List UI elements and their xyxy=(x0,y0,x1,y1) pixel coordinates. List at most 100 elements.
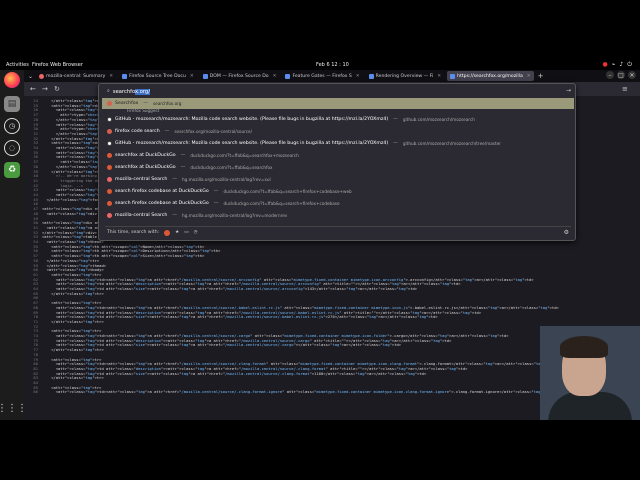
suggestion-row[interactable]: searchfox at DuckDuckGo — duckduckgo.com/?… xyxy=(102,162,574,173)
maximize-icon[interactable]: □ xyxy=(617,71,625,79)
suggestion-title: GitHub - mozsearch/mozsearch: Mozilla co… xyxy=(115,117,389,122)
suggestion-favicon-icon xyxy=(107,165,112,170)
close-icon[interactable]: ✕ xyxy=(109,74,113,79)
tab-favicon-icon xyxy=(368,73,374,79)
tab-label: Rendering Overview — Fi xyxy=(375,73,434,79)
urlbar-dropdown: ⌕ searchfox.org/ → Firefox Suggest Search… xyxy=(98,83,576,241)
close-icon[interactable]: ✕ xyxy=(273,74,277,79)
search-with-bar: This time, search with: ★ ▭ ◷ ⚙ xyxy=(105,226,571,238)
new-tab-icon[interactable]: + xyxy=(538,72,544,80)
reload-icon[interactable]: ↻ xyxy=(54,85,60,93)
suggestion-url: duckduckgo.com/?t=ffab&q=search+firefox+… xyxy=(223,201,340,206)
system-tray[interactable]: ● ⌁ ♪ ⏻ xyxy=(603,61,632,69)
suggestion-favicon-icon xyxy=(107,201,112,206)
gear-icon[interactable]: ⚙ xyxy=(564,229,569,236)
tab-favicon-icon xyxy=(450,73,456,79)
url-autofill-text: x.org/ xyxy=(134,88,150,95)
close-window-icon[interactable]: ✕ xyxy=(628,71,636,79)
app-menu[interactable]: Firefox Web Browser xyxy=(32,62,83,68)
close-icon[interactable]: ✕ xyxy=(190,74,194,79)
suggestion-row[interactable]: firefox code search — searchfox.org/mozill… xyxy=(102,126,574,137)
suggestion-favicon-icon xyxy=(107,177,112,182)
suggestion-favicon-icon xyxy=(107,129,112,134)
suggestion-row[interactable]: search firefox codebase at DuckDuckGo — du… xyxy=(102,186,574,197)
search-icon: ⌕ xyxy=(107,88,110,94)
webcam-person-body xyxy=(548,392,632,420)
tab[interactable]: Rendering Overview — Fi ✕ xyxy=(366,71,445,81)
line-number: 86 xyxy=(33,389,38,395)
suggestion-title: firefox code search xyxy=(115,129,160,134)
suggestion-row[interactable]: GitHub - mozsearch/mozsearch: Mozilla co… xyxy=(102,138,574,149)
tab-favicon-icon xyxy=(285,73,291,79)
suggestion-dash: — xyxy=(172,213,178,218)
volume-icon: ♪ xyxy=(619,61,624,68)
gnome-top-bar: Activities Firefox Web Browser Feb 6 12 … xyxy=(0,60,640,70)
suggestion-dash: — xyxy=(180,153,186,158)
network-icon: ⌁ xyxy=(611,61,616,68)
go-arrow-icon[interactable]: → xyxy=(566,87,571,94)
suggestion-url: searchfox.org xyxy=(152,101,182,106)
suggestion-title: searchfox at DuckDuckGo xyxy=(115,165,176,170)
suggestion-favicon-icon xyxy=(107,189,112,194)
history-engine-icon[interactable]: ◷ xyxy=(194,230,198,235)
tab-favicon-icon xyxy=(39,73,45,79)
power-icon: ⏻ xyxy=(627,61,632,68)
suggestion-row[interactable]: mozilla-central Search — hg.mozilla.org/mo… xyxy=(102,210,574,221)
forward-icon[interactable]: → xyxy=(42,85,48,93)
suggestion-title: search firefox codebase at DuckDuckGo xyxy=(115,201,209,206)
suggestion-row[interactable]: search firefox codebase at DuckDuckGo — du… xyxy=(102,198,574,209)
suggestion-favicon-icon xyxy=(107,101,112,106)
firefox-icon[interactable] xyxy=(4,72,20,88)
suggestion-favicon-icon xyxy=(107,213,112,218)
trash-icon[interactable]: ♻ xyxy=(4,162,20,178)
tab[interactable]: Feature Gates — Firefox S ✕ xyxy=(282,71,362,81)
menu-icon[interactable]: ≡ xyxy=(622,85,628,93)
suggestion-dash: — xyxy=(213,201,219,206)
activities-button[interactable]: Activities xyxy=(6,62,29,68)
suggestion-row[interactable]: Searchfox — searchfox.org xyxy=(102,98,574,109)
line-code: <attr">class="tag">td><attr">class="tag"… xyxy=(42,389,603,395)
clock[interactable]: Feb 6 12 : 10 xyxy=(316,62,349,68)
close-icon[interactable]: ✕ xyxy=(356,74,360,79)
tab-favicon-icon xyxy=(122,73,128,79)
tab-list-icon[interactable]: ⌄ xyxy=(28,73,33,80)
suggestion-row[interactable]: GitHub - mozsearch/mozsearch: Mozilla co… xyxy=(102,114,574,125)
help-icon[interactable]: ◌ xyxy=(4,140,20,156)
suggestion-row[interactable]: searchfox at DuckDuckGo — duckduckgo.com/?… xyxy=(102,150,574,161)
back-icon[interactable]: ← xyxy=(30,85,36,93)
files-icon[interactable]: ▤ xyxy=(4,96,20,112)
duckduckgo-engine-icon[interactable] xyxy=(164,229,171,236)
tabs-engine-icon[interactable]: ▭ xyxy=(184,230,188,235)
app-grid-icon[interactable]: ⋮⋮⋮ xyxy=(0,400,27,416)
search-with-label: This time, search with: xyxy=(107,230,160,235)
url-input[interactable]: ⌕ searchfox.org/ xyxy=(107,87,567,96)
suggestion-title: mozilla-central Search xyxy=(115,177,168,182)
tab[interactable]: mozilla-central: Summary ✕ xyxy=(36,71,116,81)
bookmarks-star-icon[interactable]: ★ xyxy=(175,230,179,235)
suggestion-url: searchfox.org/mozilla-central/source/ xyxy=(174,129,253,134)
tab[interactable]: Firefox Source Tree Docu ✕ xyxy=(119,71,197,81)
tab-active[interactable]: https://searchfox.org/mozilla ✕ xyxy=(447,71,534,81)
minimize-icon[interactable]: – xyxy=(606,71,614,79)
close-icon[interactable]: ✕ xyxy=(437,74,441,79)
clock-app-icon[interactable]: ◷ xyxy=(4,118,20,134)
suggestion-dash: — xyxy=(164,129,170,134)
suggestion-title: Searchfox xyxy=(115,101,139,106)
suggestion-dash: — xyxy=(393,117,398,122)
tab-favicon-icon xyxy=(202,73,208,79)
letterbox-bottom xyxy=(0,420,640,480)
suggestion-favicon-icon xyxy=(107,153,112,158)
suggestion-url: github.com/mozsearch/mozsearch xyxy=(402,117,475,122)
suggestion-title: mozilla-central Search xyxy=(115,213,168,218)
suggestion-title: GitHub - mozsearch/mozsearch: Mozilla co… xyxy=(115,141,389,146)
suggestion-url: duckduckgo.com/?t=ffab&q=searchfox+mozse… xyxy=(190,153,299,158)
suggestion-row[interactable]: mozilla-central Search — hg.mozilla.org/mo… xyxy=(102,174,574,185)
suggestion-title: search firefox codebase at DuckDuckGo xyxy=(115,189,209,194)
suggestion-dash: — xyxy=(180,165,186,170)
suggestion-dash: — xyxy=(143,101,148,106)
suggestion-dash: — xyxy=(172,177,178,182)
suggestion-url: github.com/mozsearch/mozsearch/tree/mast… xyxy=(402,141,501,146)
close-icon[interactable]: ✕ xyxy=(527,74,531,79)
tab[interactable]: DOM — Firefox Source Do ✕ xyxy=(200,71,280,81)
suggestion-url: hg.mozilla.org/mozilla-central/log?rev=m… xyxy=(182,213,288,218)
